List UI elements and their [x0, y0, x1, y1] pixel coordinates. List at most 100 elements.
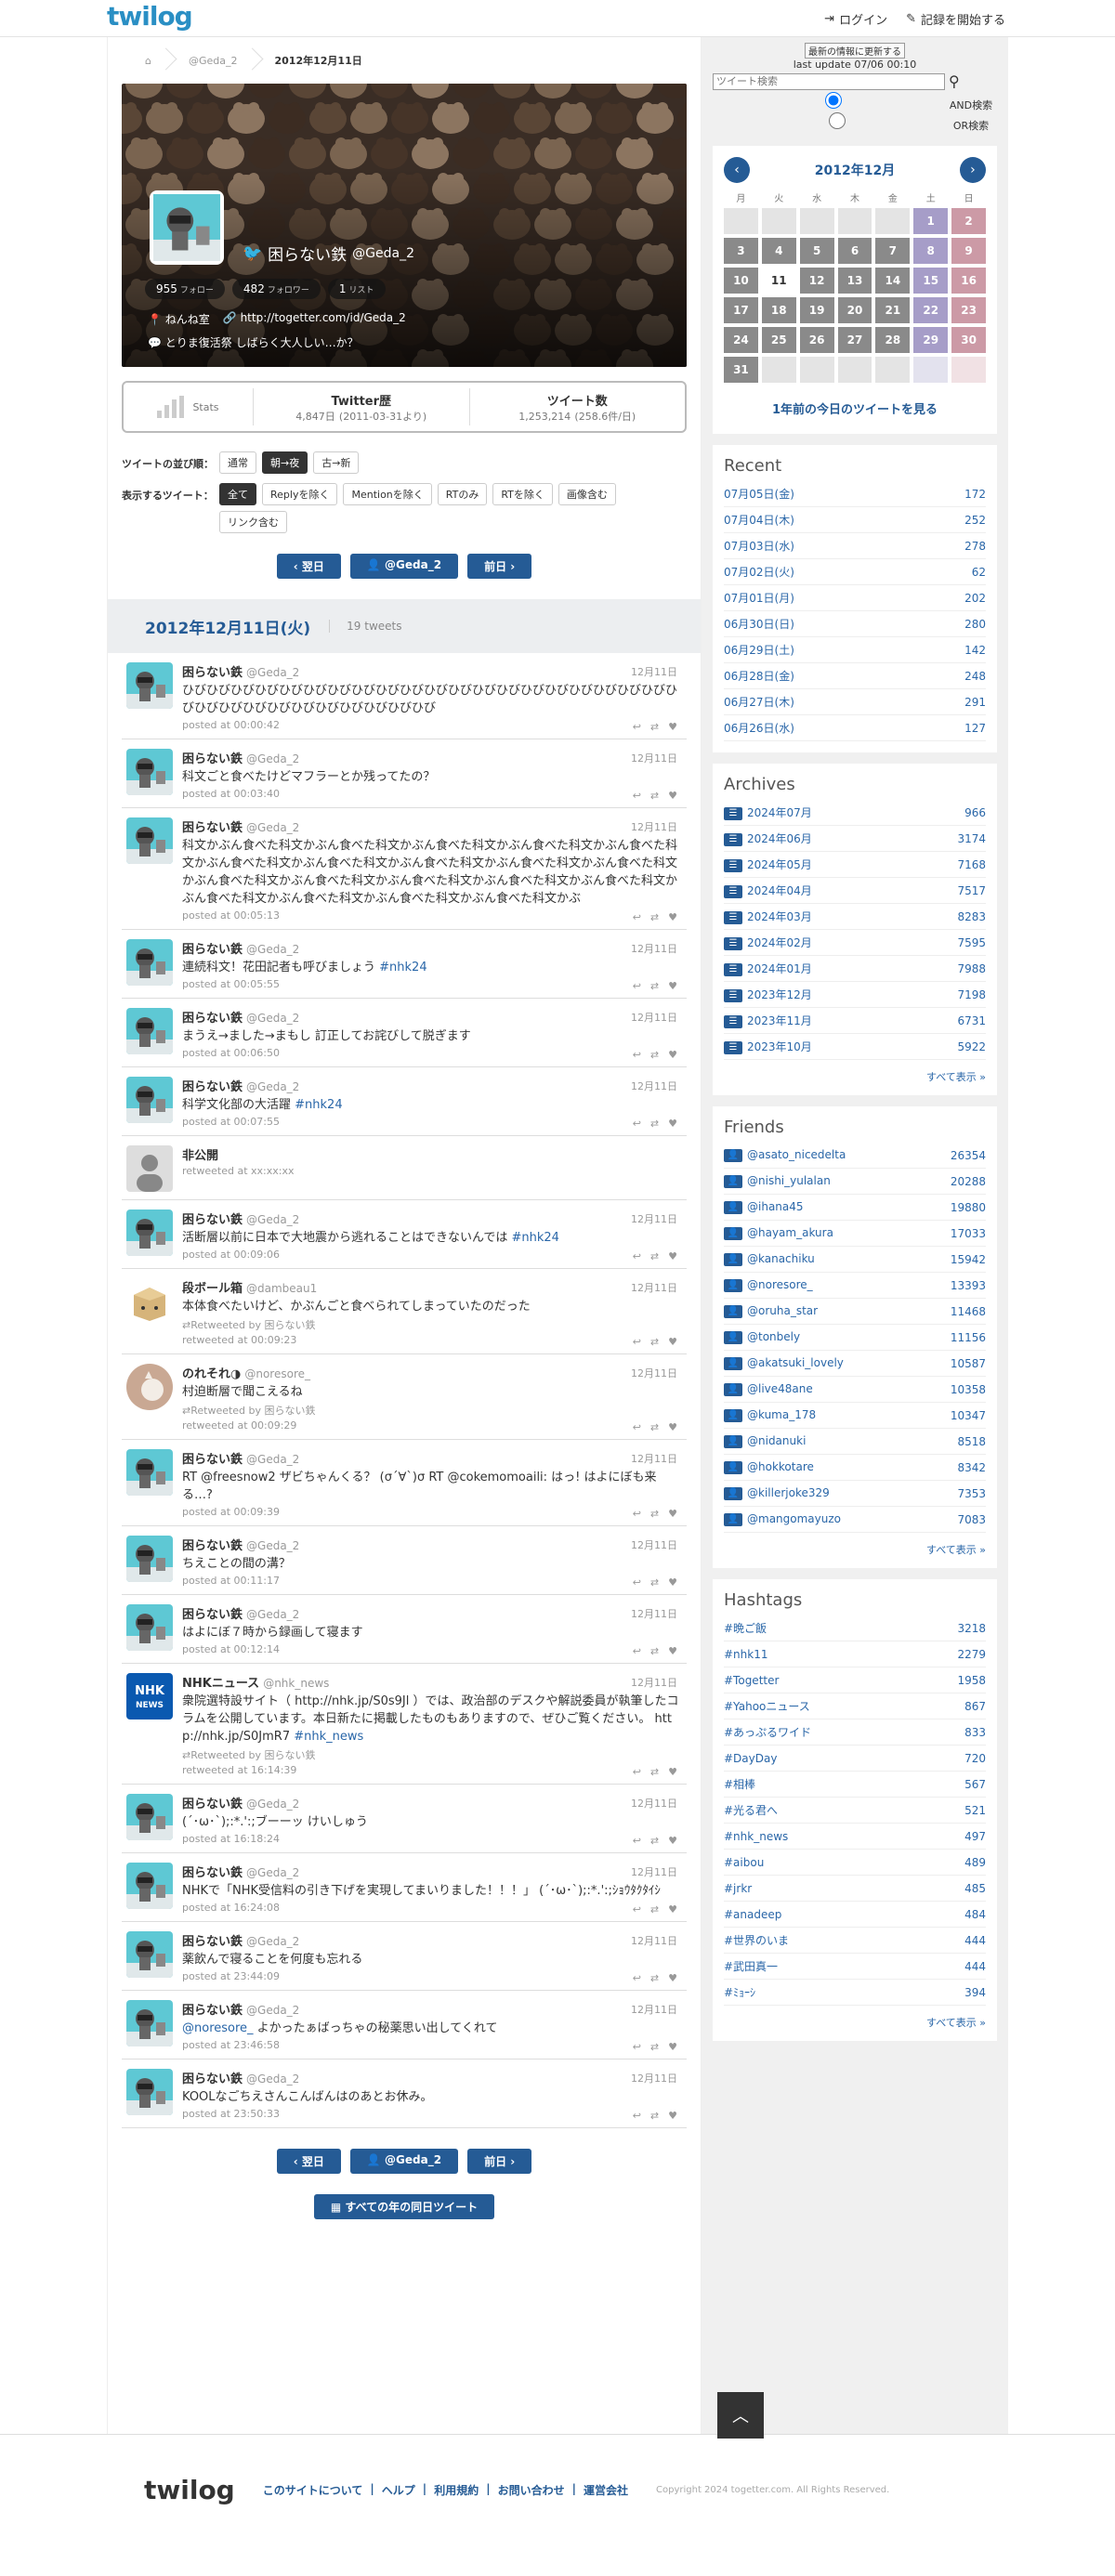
reply-icon[interactable]: ↩ — [633, 1421, 641, 1433]
tweet-time-link[interactable]: posted at 23:44:09 — [182, 1970, 682, 1982]
tweet-time-link[interactable]: posted at 00:05:55 — [182, 978, 682, 990]
tweet-avatar[interactable] — [126, 1604, 173, 1651]
like-icon[interactable]: ♥ — [668, 1049, 677, 1061]
hashtag-item[interactable]: #nhk_news 497 — [724, 1824, 986, 1850]
reply-icon[interactable]: ↩ — [633, 1508, 641, 1520]
tweet-author[interactable]: 困らない鉄 @Geda_2 — [182, 1604, 682, 1622]
retweet-icon[interactable]: ⇄ — [650, 1508, 659, 1520]
recent-item[interactable]: 07月02日(火) 62 — [724, 559, 986, 585]
like-icon[interactable]: ♥ — [668, 1835, 677, 1847]
like-icon[interactable]: ♥ — [668, 1118, 677, 1130]
tweet-time-link[interactable]: posted at 00:03:40 — [182, 788, 682, 800]
tweet-time-link[interactable]: retweeted at xx:xx:xx — [182, 1165, 682, 1177]
tweet-avatar[interactable] — [126, 1077, 173, 1123]
calendar-day[interactable]: 26 — [799, 327, 834, 353]
archive-item[interactable]: ☰ 2023年10月 5922 — [724, 1034, 986, 1060]
calendar-day[interactable]: 10 — [724, 268, 758, 294]
tweet-avatar[interactable] — [126, 1449, 173, 1496]
tweet-avatar[interactable] — [126, 1931, 173, 1978]
tweet-author[interactable]: NHKニュース @nhk_news — [182, 1673, 682, 1691]
reply-icon[interactable]: ↩ — [633, 1903, 641, 1916]
tweet-author[interactable]: 困らない鉄 @Geda_2 — [182, 1449, 682, 1467]
calendar-day[interactable]: 12 — [799, 268, 834, 294]
calendar-day[interactable]: 4 — [761, 238, 796, 264]
retweet-icon[interactable]: ⇄ — [650, 1903, 659, 1916]
calendar-day[interactable]: 11 — [761, 268, 796, 294]
like-icon[interactable]: ♥ — [668, 980, 677, 992]
recent-item[interactable]: 06月29日(土) 142 — [724, 637, 986, 663]
hashtag-item[interactable]: #Togetter 1958 — [724, 1667, 986, 1693]
tweet-time-link[interactable]: posted at 16:24:08 — [182, 1902, 682, 1914]
order-button-2[interactable]: 古→新 — [313, 451, 360, 474]
filter-button-2[interactable]: Mentionを除く — [343, 483, 432, 505]
tweet-screen-name[interactable]: @Geda_2 — [246, 1798, 299, 1811]
refresh-button[interactable]: 最新の情報に更新する — [805, 43, 905, 59]
calendar-day[interactable]: 14 — [875, 268, 911, 294]
tweet-author[interactable]: 非公開 — [182, 1145, 682, 1163]
tweet-time-link[interactable]: posted at 00:06:50 — [182, 1047, 682, 1059]
tweet-time-link[interactable]: posted at 00:09:06 — [182, 1249, 682, 1261]
hashtag-item[interactable]: #光る君へ 521 — [724, 1798, 986, 1824]
tweet-author[interactable]: 困らない鉄 @Geda_2 — [182, 1077, 682, 1094]
retweet-icon[interactable]: ⇄ — [650, 1766, 659, 1778]
tweet-time-link[interactable]: posted at 00:05:13 — [182, 909, 682, 922]
like-icon[interactable]: ♥ — [668, 2041, 677, 2053]
tweet-screen-name[interactable]: @dambeau1 — [246, 1282, 317, 1295]
tweet-time-link[interactable]: posted at 23:50:33 — [182, 2108, 682, 2120]
tweet-screen-name[interactable]: @Geda_2 — [246, 2073, 299, 2086]
archive-item[interactable]: ☰ 2023年12月 7198 — [724, 982, 986, 1008]
tweet-mention-link[interactable]: @noresore_ — [182, 2021, 254, 2035]
prev-month-button[interactable]: ‹ — [724, 157, 750, 183]
tweet-time-link[interactable]: retweeted at 00:09:23 — [182, 1334, 682, 1346]
tweet-screen-name[interactable]: @Geda_2 — [246, 1608, 299, 1621]
tweet-avatar[interactable] — [126, 749, 173, 795]
tweet-date[interactable]: 12月11日 — [631, 1537, 677, 1552]
like-icon[interactable]: ♥ — [668, 790, 677, 802]
tweet-screen-name[interactable]: @nhk_news — [263, 1677, 329, 1690]
friend-item[interactable]: 👤 @hayam_akura 17033 — [724, 1221, 986, 1247]
calendar-day[interactable]: 24 — [724, 327, 758, 353]
follower-count[interactable]: 482 フォロワー — [231, 279, 321, 299]
archive-item[interactable]: ☰ 2024年04月 7517 — [724, 878, 986, 904]
tweet-time-link[interactable]: posted at 00:12:14 — [182, 1643, 682, 1655]
filter-button-6[interactable]: リンク含む — [219, 511, 287, 533]
hashtag-item[interactable]: #Yahooニュース 867 — [724, 1693, 986, 1720]
calendar-day[interactable]: 25 — [761, 327, 796, 353]
tweet-avatar[interactable] — [126, 1536, 173, 1582]
footer-link[interactable]: このサイトについて — [263, 2482, 363, 2498]
footer-link[interactable]: ヘルプ — [382, 2482, 415, 2498]
calendar-day[interactable]: 20 — [837, 297, 872, 323]
retweet-icon[interactable]: ⇄ — [650, 1972, 659, 1984]
hashtag-item[interactable]: #相棒 567 — [724, 1772, 986, 1798]
or-search-radio[interactable]: OR検索 — [720, 112, 989, 132]
friend-item[interactable]: 👤 @killerjoke329 7353 — [724, 1481, 986, 1507]
retweet-icon[interactable]: ⇄ — [650, 980, 659, 992]
tweet-avatar[interactable] — [126, 1364, 173, 1410]
like-icon[interactable]: ♥ — [668, 1903, 677, 1916]
retweet-icon[interactable]: ⇄ — [650, 790, 659, 802]
tweet-screen-name[interactable]: @noresore_ — [244, 1367, 310, 1380]
friend-item[interactable]: 👤 @kanachiku 15942 — [724, 1247, 986, 1273]
calendar-day[interactable]: 21 — [875, 297, 911, 323]
tweet-date[interactable]: 12月11日 — [631, 1366, 677, 1380]
calendar-day[interactable]: 18 — [761, 297, 796, 323]
tweet-screen-name[interactable]: @Geda_2 — [246, 943, 299, 956]
retweet-icon[interactable]: ⇄ — [650, 1336, 659, 1348]
friend-item[interactable]: 👤 @live48ane 10358 — [724, 1377, 986, 1403]
retweet-icon[interactable]: ⇄ — [650, 721, 659, 733]
like-icon[interactable]: ♥ — [668, 1508, 677, 1520]
archives-more-link[interactable]: すべて表示 » — [724, 1069, 986, 1084]
list-count[interactable]: 1 リスト — [327, 279, 386, 299]
recent-item[interactable]: 07月01日(月) 202 — [724, 585, 986, 611]
like-icon[interactable]: ♥ — [668, 911, 677, 923]
tweet-avatar[interactable] — [126, 1145, 173, 1192]
filter-button-3[interactable]: RTのみ — [437, 483, 488, 505]
tweet-author[interactable]: 困らない鉄 @Geda_2 — [182, 1863, 682, 1880]
tweet-avatar[interactable] — [126, 1794, 173, 1840]
filter-button-5[interactable]: 画像含む — [558, 483, 616, 505]
retweet-icon[interactable]: ⇄ — [650, 1576, 659, 1589]
and-search-radio[interactable]: AND検索 — [716, 92, 992, 111]
tweet-screen-name[interactable]: @Geda_2 — [246, 821, 299, 834]
footer-logo[interactable]: twilog — [144, 2475, 235, 2505]
calendar-day[interactable]: 9 — [951, 238, 986, 264]
